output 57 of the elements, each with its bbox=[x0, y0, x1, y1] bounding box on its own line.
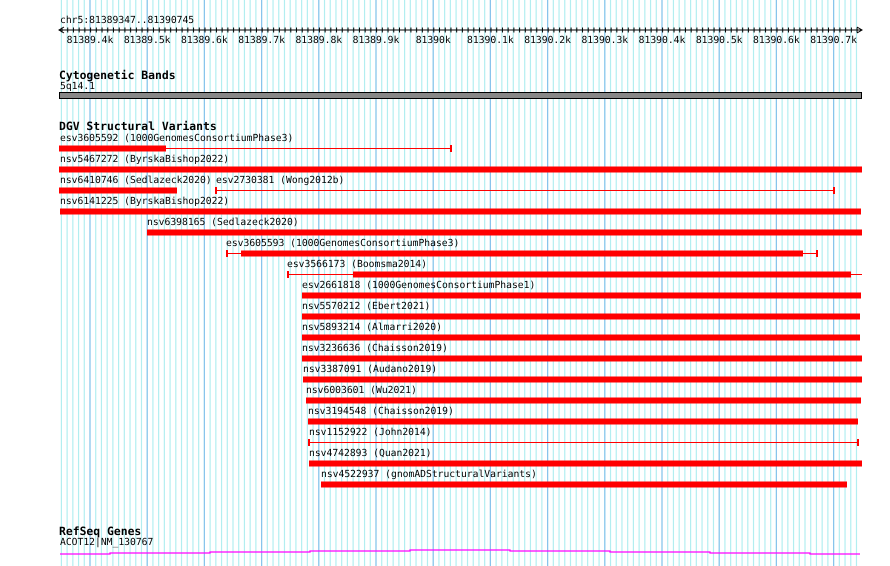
variant-label: nsv4742893 (Quan2021) bbox=[309, 448, 432, 459]
variant-feature[interactable] bbox=[302, 313, 860, 320]
tick-label: 81390k bbox=[416, 35, 451, 46]
track-title: Cytogenetic Bands bbox=[59, 69, 176, 81]
variant-label: esv3566173 (Boomsma2014) bbox=[287, 259, 427, 270]
variant-label: nsv6398165 (Sedlazeck2020) bbox=[147, 217, 299, 228]
gene-feature[interactable] bbox=[59, 548, 862, 556]
variant-feature[interactable] bbox=[303, 376, 862, 383]
variant-label: esv3605592 (1000GenomesConsortiumPhase3) bbox=[60, 133, 294, 144]
variant-feature[interactable] bbox=[302, 292, 861, 299]
tick-label: 81390.5k bbox=[696, 35, 743, 46]
variant-label: nsv5467272 (ByrskaBishop2022) bbox=[60, 154, 230, 165]
variant-label: nsv3387091 (Audano2019) bbox=[303, 364, 438, 375]
variant-feature[interactable] bbox=[302, 334, 860, 341]
tick-label: 81389.5k bbox=[124, 35, 171, 46]
variant-label: nsv1152922 (John2014) bbox=[309, 427, 432, 438]
variant-label: nsv3194548 (Chaisson2019) bbox=[308, 406, 454, 417]
variant-feature[interactable] bbox=[147, 229, 862, 236]
variant-label: nsv6141225 (ByrskaBishop2022) bbox=[60, 196, 230, 207]
variant-label: nsv6410746 (Sedlazeck2020) bbox=[60, 175, 212, 186]
variant-label: esv2730381 (Wong2012b) bbox=[216, 175, 344, 186]
variant-label: esv3605593 (1000GenomesConsortiumPhase3) bbox=[226, 238, 460, 249]
tick-label: 81389.6k bbox=[181, 35, 228, 46]
variant-label: nsv3236636 (Chaisson2019) bbox=[302, 343, 448, 354]
tick-label: 81390.2k bbox=[524, 35, 571, 46]
tick-label: 81390.6k bbox=[753, 35, 800, 46]
tick-label: 81389.9k bbox=[352, 35, 400, 46]
variant-feature[interactable] bbox=[287, 271, 862, 278]
tick-label: 81390.4k bbox=[638, 35, 686, 46]
gene-label: ACOT12|NM_130767 bbox=[60, 537, 154, 548]
variant-label: nsv5893214 (Almarri2020) bbox=[302, 322, 442, 333]
location-label: chr5:81389347..81390745 bbox=[60, 15, 194, 26]
variant-feature[interactable] bbox=[321, 481, 847, 488]
tick-label: 81389.4k bbox=[66, 35, 114, 46]
variant-label: nsv5570212 (Ebert2021) bbox=[302, 301, 430, 312]
variant-feature[interactable] bbox=[306, 397, 861, 404]
variant-feature[interactable] bbox=[215, 187, 835, 194]
variant-feature[interactable] bbox=[59, 166, 862, 173]
tick-label: 81390.1k bbox=[467, 35, 514, 46]
variant-feature[interactable] bbox=[59, 187, 177, 194]
variant-label: nsv6003601 (Wu2021) bbox=[306, 385, 417, 396]
variant-feature[interactable] bbox=[226, 250, 818, 257]
tick-label: 81390.7k bbox=[810, 35, 857, 46]
tick-label: 81389.7k bbox=[238, 35, 285, 46]
variant-feature[interactable] bbox=[60, 208, 861, 215]
variant-label: nsv4522937 (gnomADStructuralVariants) bbox=[321, 469, 537, 480]
track-title: RefSeq Genes bbox=[59, 525, 142, 537]
variant-feature[interactable] bbox=[308, 418, 858, 425]
band-label: 5q14.1 bbox=[60, 81, 95, 92]
tick-label: 81390.3k bbox=[581, 35, 628, 46]
variant-feature[interactable] bbox=[302, 355, 862, 362]
tick-label: 81389.8k bbox=[295, 35, 342, 46]
variant-label: esv2661818 (1000GenomesConsortiumPhase1) bbox=[302, 280, 536, 291]
variant-feature[interactable] bbox=[59, 145, 452, 152]
variant-feature[interactable] bbox=[309, 460, 862, 467]
variant-feature[interactable] bbox=[308, 439, 859, 446]
track-title: DGV Structural Variants bbox=[59, 120, 217, 132]
